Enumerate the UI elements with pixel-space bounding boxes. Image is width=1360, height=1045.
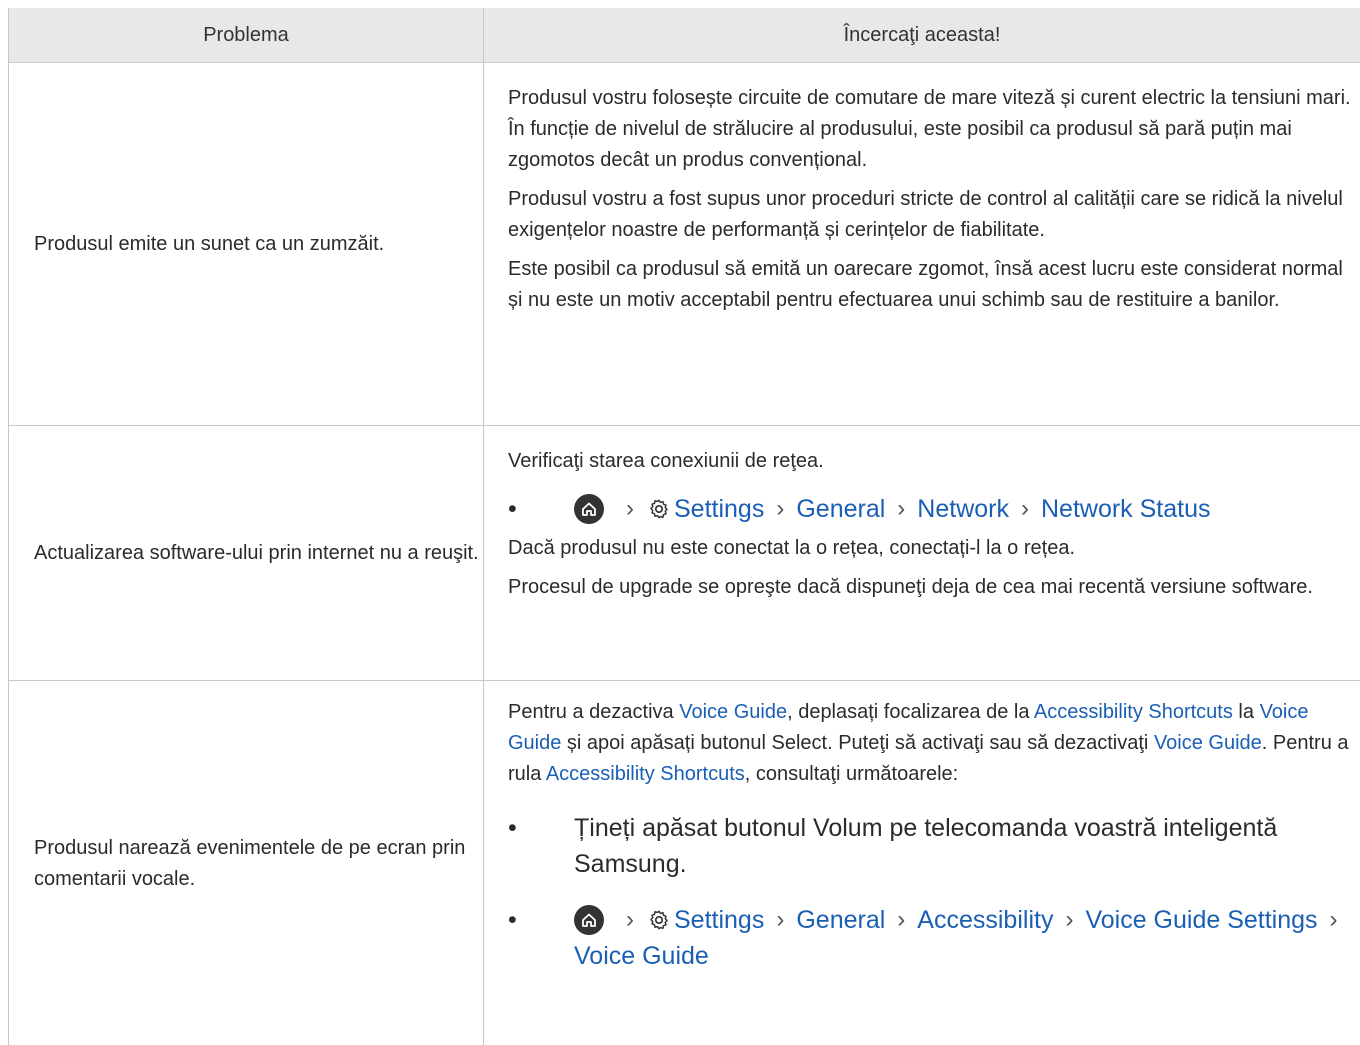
bullet-text: Țineți apăsat butonul Volum pe telecoman… xyxy=(574,814,1278,878)
path-network-status[interactable]: Network Status xyxy=(1041,491,1211,527)
path-accessibility[interactable]: Accessibility xyxy=(917,902,1053,938)
chevron-right-icon: › xyxy=(1020,495,1029,522)
chevron-right-icon: › xyxy=(897,906,906,933)
path-settings[interactable]: Settings xyxy=(674,491,764,527)
chevron-right-icon: › xyxy=(1329,906,1338,933)
solution-cell: Pentru a dezactiva Voice Guide, deplasaț… xyxy=(484,681,1360,1045)
path-general[interactable]: General xyxy=(796,491,885,527)
solution-cell: Verificaţi starea conexiunii de reţea. •… xyxy=(484,426,1360,680)
link-voice-guide[interactable]: Voice Guide xyxy=(679,701,787,723)
chevron-right-icon: › xyxy=(1065,906,1074,933)
solution-cell: Produsul vostru folosește circuite de co… xyxy=(484,63,1360,425)
gear-icon xyxy=(648,909,670,931)
path-general[interactable]: General xyxy=(796,902,885,938)
link-accessibility-shortcuts[interactable]: Accessibility Shortcuts xyxy=(546,763,745,785)
solution-intro: Verificaţi starea conexiunii de reţea. xyxy=(508,450,824,472)
table-row: Produsul emite un sunet ca un zumzăit. P… xyxy=(8,63,1360,426)
header-solution: Încercaţi aceasta! xyxy=(843,23,1001,46)
text-run: și apoi apăsați butonul Select. Puteţi s… xyxy=(561,732,1154,754)
gear-icon xyxy=(648,498,670,520)
bullet-icon: • xyxy=(508,814,517,842)
solution-paragraph: Produsul vostru a fost supus unor proced… xyxy=(508,188,1343,241)
bullet-icon: • xyxy=(508,906,517,934)
list-item: • Țineți apăsat butonul Volum pe telecom… xyxy=(508,810,1352,882)
table-row: Produsul narează evenimentele de pe ecra… xyxy=(8,681,1360,1045)
text-run: , deplasați focalizarea de la xyxy=(787,701,1034,723)
home-icon xyxy=(574,905,604,935)
path-network[interactable]: Network xyxy=(917,491,1009,527)
link-voice-guide[interactable]: Voice Guide xyxy=(1154,732,1262,754)
chevron-right-icon: › xyxy=(897,495,906,522)
troubleshooting-table: Problema Încercaţi aceasta! Produsul emi… xyxy=(8,8,1360,1045)
menu-path: › Settings › General › Accessibility › V… xyxy=(574,902,1352,974)
menu-path-item: • › Settings › General › Network › Netwo… xyxy=(508,491,1352,527)
solution-paragraph: Pentru a dezactiva Voice Guide, deplasaț… xyxy=(508,697,1352,790)
problem-cell: Produsul emite un sunet ca un zumzăit. xyxy=(8,63,484,425)
chevron-right-icon: › xyxy=(626,495,634,522)
problem-cell: Actualizarea software-ului prin internet… xyxy=(8,426,484,680)
header-problem: Problema xyxy=(8,8,484,62)
link-accessibility-shortcuts[interactable]: Accessibility Shortcuts xyxy=(1034,701,1233,723)
table-row: Actualizarea software-ului prin internet… xyxy=(8,426,1360,681)
menu-path-item: • › Settings › General › Accessibility › xyxy=(508,902,1352,974)
path-voice-guide-settings[interactable]: Voice Guide Settings xyxy=(1085,902,1317,938)
path-settings[interactable]: Settings xyxy=(674,902,764,938)
menu-path: › Settings › General › Network › Network… xyxy=(574,491,1211,527)
chevron-right-icon: › xyxy=(626,906,634,933)
solution-paragraph: Produsul vostru folosește circuite de co… xyxy=(508,87,1351,171)
problem-cell: Produsul narează evenimentele de pe ecra… xyxy=(8,681,484,1045)
text-run: la xyxy=(1232,701,1260,723)
text-run: , consultaţi următoarele: xyxy=(744,763,959,785)
home-icon xyxy=(574,494,604,524)
bullet-icon: • xyxy=(508,495,517,523)
table-header: Problema Încercaţi aceasta! xyxy=(8,8,1360,63)
solution-paragraph: Dacă produsul nu este conectat la o rețe… xyxy=(508,537,1076,559)
solution-paragraph: Este posibil ca produsul să emită un oar… xyxy=(508,258,1343,311)
text-run: Pentru a dezactiva xyxy=(508,701,680,723)
chevron-right-icon: › xyxy=(776,906,785,933)
chevron-right-icon: › xyxy=(776,495,785,522)
path-voice-guide[interactable]: Voice Guide xyxy=(574,938,709,974)
solution-paragraph: Procesul de upgrade se opreşte dacă disp… xyxy=(508,576,1313,598)
